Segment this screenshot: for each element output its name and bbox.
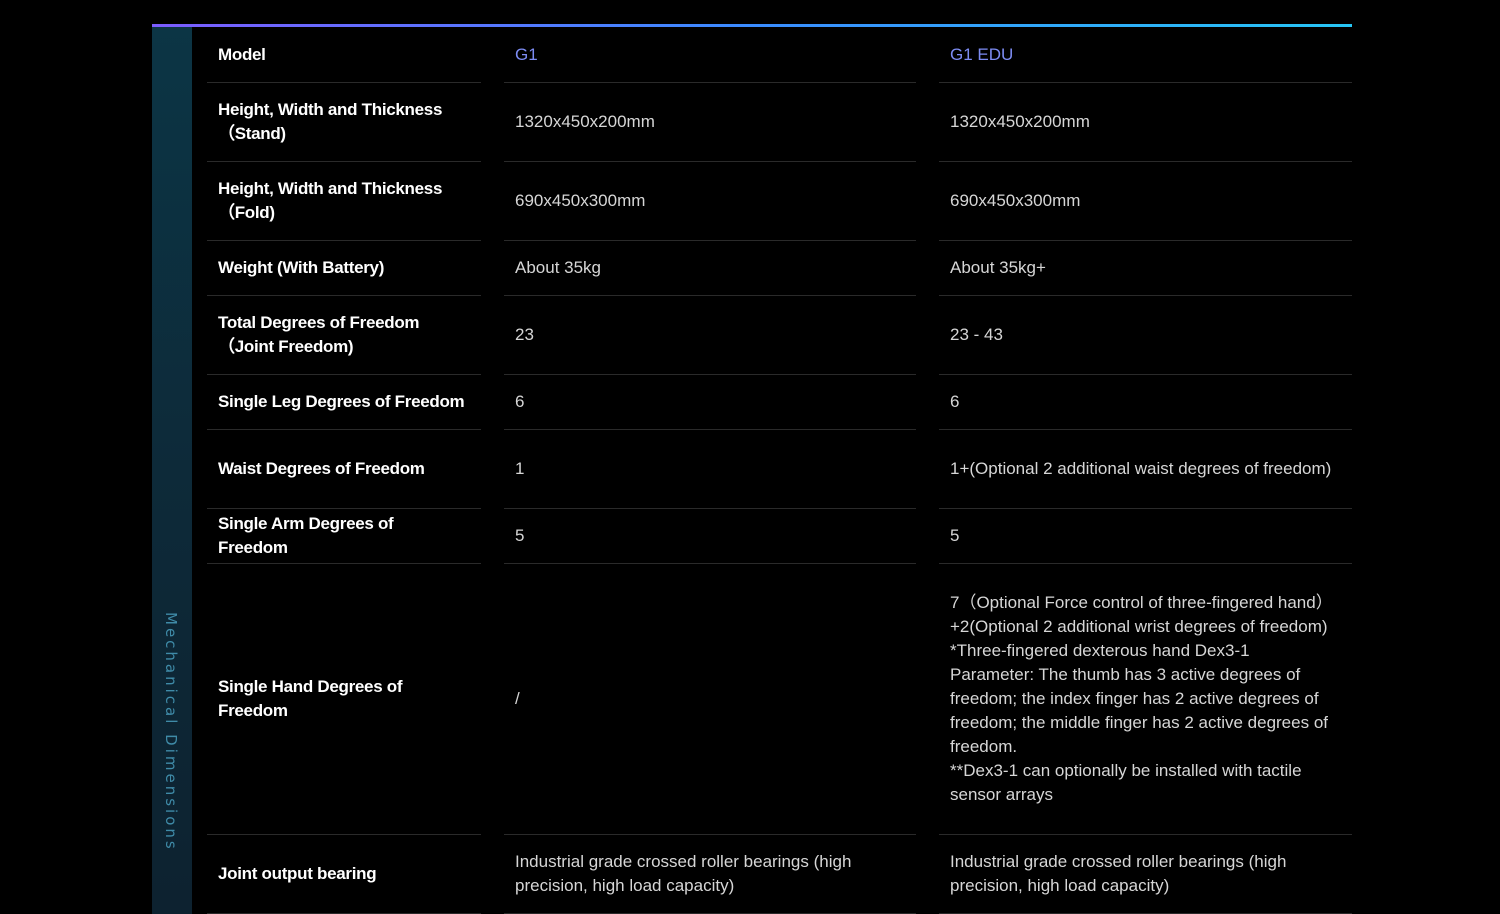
row-g1-value: 690x450x300mm [515, 191, 646, 210]
row-label-cell: Total Degrees of Freedom（Joint Freedom) [207, 296, 481, 375]
row-edu-value: 5 [950, 526, 960, 545]
row-label-cell: Height, Width and Thickness （Fold) [207, 162, 481, 241]
table-row: Height, Width and Thickness （Fold) 690x4… [207, 162, 1352, 241]
row-g1-value: 6 [515, 392, 525, 411]
row-g1-value: 1 [515, 459, 525, 478]
row-label-cell: Single Hand Degrees of Freedom [207, 564, 481, 835]
row-g1-value: 5 [515, 526, 525, 545]
table-row: Single Leg Degrees of Freedom 6 6 [207, 375, 1352, 430]
row-g1-cell: 690x450x300mm [504, 162, 916, 241]
row-g1-value: Industrial grade crossed roller bearings… [515, 852, 852, 895]
row-edu-cell: 1+(Optional 2 additional waist degrees o… [939, 430, 1352, 509]
row-label-cell: Single Arm Degrees of Freedom [207, 509, 481, 564]
row-edu-cell: 1320x450x200mm [939, 83, 1352, 162]
row-edu-cell: 5 [939, 509, 1352, 564]
row-g1-cell: About 35kg [504, 241, 916, 296]
table-row: Total Degrees of Freedom（Joint Freedom) … [207, 296, 1352, 375]
table-row: Waist Degrees of Freedom 1 1+(Optional 2… [207, 430, 1352, 509]
spec-section: Mechanical Dimensions Model G1 G1 EDU He… [152, 24, 1352, 914]
row-g1-value: 1320x450x200mm [515, 112, 655, 131]
row-edu-value: 1+(Optional 2 additional waist degrees o… [950, 459, 1332, 478]
row-g1-value: About 35kg [515, 258, 602, 277]
table-row: Weight (With Battery) About 35kg About 3… [207, 241, 1352, 296]
row-label-cell: Weight (With Battery) [207, 241, 481, 296]
row-label-cell: Single Leg Degrees of Freedom [207, 375, 481, 430]
row-label: Single Arm Degrees of Freedom [218, 514, 394, 557]
row-label-cell: Joint output bearing [207, 835, 481, 914]
row-edu-cell: Industrial grade crossed roller bearings… [939, 835, 1352, 914]
row-g1-cell: 6 [504, 375, 916, 430]
row-edu-value: 690x450x300mm [950, 191, 1081, 210]
header-edu-cell: G1 EDU [939, 27, 1352, 83]
row-g1-cell: Industrial grade crossed roller bearings… [504, 835, 916, 914]
row-label: Single Leg Degrees of Freedom [218, 392, 465, 411]
spec-table: Model G1 G1 EDU Height, Width and Thickn… [207, 27, 1352, 914]
section-side-band: Mechanical Dimensions [152, 27, 192, 914]
row-edu-cell: 7（Optional Force control of three-finger… [939, 564, 1352, 835]
row-edu-value: Industrial grade crossed roller bearings… [950, 852, 1287, 895]
header-label: Model [218, 44, 266, 64]
table-row: Single Hand Degrees of Freedom / 7（Optio… [207, 564, 1352, 835]
row-edu-value: About 35kg+ [950, 258, 1046, 277]
row-g1-cell: 1320x450x200mm [504, 83, 916, 162]
table-header-row: Model G1 G1 EDU [207, 27, 1352, 83]
row-label: Joint output bearing [218, 864, 377, 883]
table-row: Height, Width and Thickness （Stand) 1320… [207, 83, 1352, 162]
table-row: Joint output bearing Industrial grade cr… [207, 835, 1352, 914]
row-label: Weight (With Battery) [218, 258, 385, 277]
row-edu-value: 23 - 43 [950, 325, 1003, 344]
header-label-cell: Model [207, 27, 481, 83]
row-edu-cell: 6 [939, 375, 1352, 430]
row-edu-value: 7（Optional Force control of three-finger… [950, 593, 1333, 804]
row-edu-value: 1320x450x200mm [950, 112, 1090, 131]
row-label: Height, Width and Thickness （Stand) [218, 100, 443, 143]
row-g1-value: 23 [515, 325, 534, 344]
row-g1-cell: 5 [504, 509, 916, 564]
row-g1-cell: 23 [504, 296, 916, 375]
row-g1-cell: / [504, 564, 916, 835]
row-g1-cell: 1 [504, 430, 916, 509]
row-label: Height, Width and Thickness （Fold) [218, 179, 443, 222]
row-edu-cell: About 35kg+ [939, 241, 1352, 296]
row-label-cell: Height, Width and Thickness （Stand) [207, 83, 481, 162]
row-label: Total Degrees of Freedom（Joint Freedom) [218, 313, 420, 356]
section-title: Mechanical Dimensions [162, 612, 180, 852]
model-name-g1-edu: G1 EDU [950, 44, 1014, 64]
row-edu-cell: 23 - 43 [939, 296, 1352, 375]
row-label-cell: Waist Degrees of Freedom [207, 430, 481, 509]
row-edu-value: 6 [950, 392, 960, 411]
row-g1-value: / [515, 689, 520, 708]
row-label: Single Hand Degrees of Freedom [218, 677, 403, 720]
header-g1-cell: G1 [504, 27, 916, 83]
model-name-g1: G1 [515, 44, 538, 64]
row-edu-cell: 690x450x300mm [939, 162, 1352, 241]
row-label: Waist Degrees of Freedom [218, 459, 425, 478]
table-row: Single Arm Degrees of Freedom 5 5 [207, 509, 1352, 564]
